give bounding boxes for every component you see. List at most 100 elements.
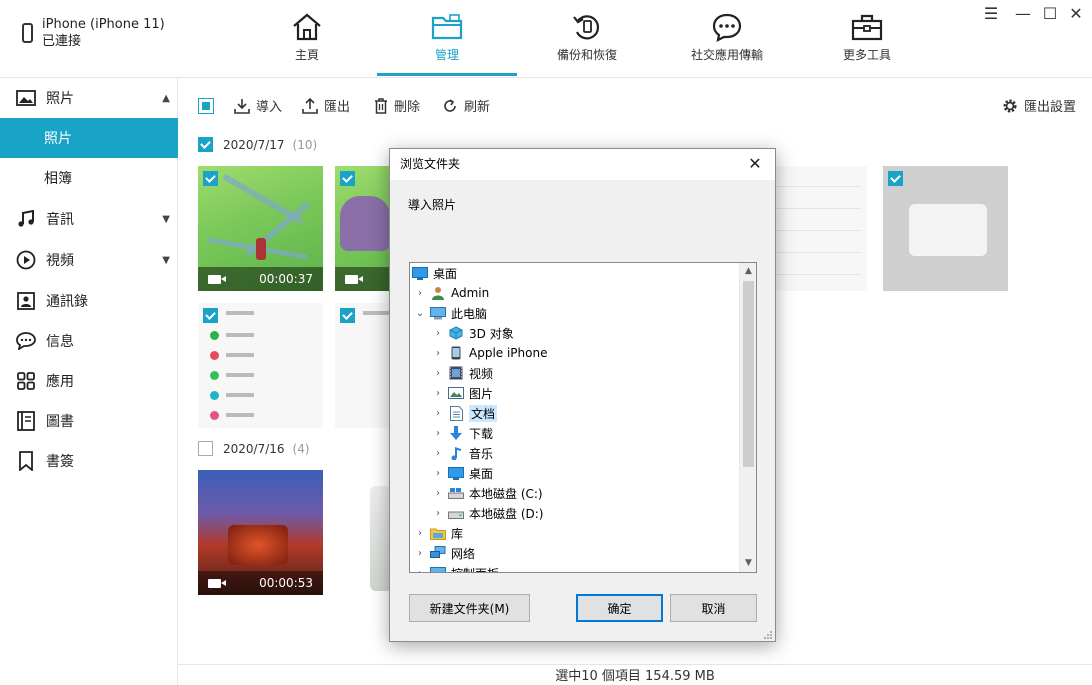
expand-arrow-icon: › (436, 387, 440, 399)
tree-item-label: 本地磁盘 (D:) (469, 506, 544, 521)
dialog-title: 浏览文件夹 (390, 149, 775, 180)
tab-backup-restore[interactable]: 備份和恢復 (547, 0, 627, 76)
tree-item-network[interactable]: › 网络 (410, 543, 475, 563)
tree-item-label: 库 (451, 526, 464, 541)
sidebar-item-photos[interactable]: 照片 ▲ (0, 78, 178, 118)
apps-grid-icon (16, 371, 36, 391)
tree-item-this-pc[interactable]: ⌄ 此电脑 (410, 303, 487, 323)
menu-button[interactable]: ☰ (981, 4, 1001, 23)
video-duration: 00:00:37 (259, 272, 313, 286)
maximize-button[interactable]: ☐ (1040, 4, 1060, 23)
expand-arrow-icon: › (436, 407, 440, 419)
device-status: 已連接 (42, 34, 82, 49)
expand-arrow-icon: › (418, 567, 422, 573)
tree-item-desktop[interactable]: 桌面 (410, 263, 457, 283)
group-1-checkbox[interactable] (198, 137, 213, 152)
tree-item-videos[interactable]: › 视频 (410, 363, 493, 383)
import-button[interactable]: 導入 (234, 96, 282, 115)
sidebar-video-label: 視頻 (46, 253, 74, 269)
contacts-icon (16, 291, 36, 311)
delete-button[interactable]: 刪除 (374, 96, 420, 115)
trash-icon (374, 97, 388, 114)
expand-arrow-icon: › (436, 347, 440, 359)
tree-item-drive-d[interactable]: › 本地磁盘 (D:) (410, 503, 543, 523)
tree-item-drive-c[interactable]: › 本地磁盘 (C:) (410, 483, 543, 503)
export-settings-button[interactable]: 匯出設置 (1002, 96, 1076, 115)
minimize-button[interactable]: — (1013, 4, 1033, 23)
photo-thumbnail[interactable] (198, 303, 323, 428)
sidebar-item-contacts[interactable]: 通訊錄 (0, 281, 178, 321)
select-all-checkbox[interactable] (198, 98, 214, 114)
tree-item-label: 下载 (469, 426, 494, 441)
photo-thumbnail[interactable]: 00:00:37 (198, 166, 323, 291)
tree-item-label: 文档 (469, 404, 498, 422)
export-button[interactable]: 匯出 (302, 96, 350, 115)
video-camera-icon (208, 274, 226, 284)
sidebar-item-bookmarks[interactable]: 書簽 (0, 441, 178, 481)
refresh-button[interactable]: 刷新 (442, 96, 490, 115)
dialog-close-button[interactable]: ✕ (743, 153, 767, 175)
tab-home[interactable]: 主頁 (277, 0, 337, 76)
desktop-icon (412, 266, 428, 280)
tab-social-transfer[interactable]: 社交應用傳輸 (682, 0, 772, 76)
group-2-count: (4) (292, 441, 310, 456)
scrollbar-thumb[interactable] (743, 281, 754, 467)
cancel-button[interactable]: 取消 (670, 594, 757, 622)
tree-item-admin[interactable]: › Admin (410, 283, 489, 303)
sidebar-item-video[interactable]: 視頻 ▼ (0, 240, 178, 280)
chevron-down-icon: ▼ (162, 213, 170, 225)
photo-checkbox[interactable] (203, 171, 218, 186)
tree-item-downloads[interactable]: › 下载 (410, 423, 493, 443)
tree-item-desktop-sub[interactable]: › 桌面 (410, 463, 493, 483)
scroll-up-icon[interactable]: ▲ (740, 263, 756, 280)
export-label: 匯出 (324, 100, 351, 115)
tree-item-documents[interactable]: › 文档 (410, 403, 498, 423)
expand-arrow-icon: › (436, 327, 440, 339)
export-settings-label: 匯出設置 (1023, 100, 1076, 115)
bookmark-icon (16, 451, 36, 471)
photo-checkbox[interactable] (340, 308, 355, 323)
tree-item-label: 音乐 (469, 446, 494, 461)
tree-item-control-panel[interactable]: › 控制面板 (410, 563, 499, 573)
tab-manage[interactable]: 管理 (417, 0, 477, 76)
tree-item-music[interactable]: › 音乐 (410, 443, 493, 463)
folder-tree[interactable]: 桌面 › Admin ⌄ 此电脑 › 3D 对象 › Apple iPhone … (409, 262, 757, 573)
video-duration-bar: 00:00:53 (198, 571, 323, 595)
tab-more-tools[interactable]: 更多工具 (832, 0, 902, 76)
expand-arrow-icon: › (418, 287, 422, 299)
photo-checkbox[interactable] (203, 308, 218, 323)
tree-scrollbar[interactable]: ▲ ▼ (739, 263, 756, 572)
photo-thumbnail[interactable]: 00:00:53 (198, 470, 323, 595)
network-icon (430, 546, 446, 560)
tree-item-pictures[interactable]: › 图片 (410, 383, 493, 403)
sidebar-item-messages[interactable]: 信息 (0, 321, 178, 361)
food-image (228, 525, 288, 565)
resize-grip-icon[interactable] (763, 629, 773, 639)
tree-item-apple-iphone[interactable]: › Apple iPhone (410, 343, 547, 363)
photo-thumbnail[interactable] (883, 166, 1008, 291)
tab-home-label: 主頁 (294, 48, 319, 62)
group-1-count: (10) (292, 137, 318, 152)
tree-item-3d-objects[interactable]: › 3D 对象 (410, 323, 514, 343)
ok-button[interactable]: 确定 (576, 594, 663, 622)
sidebar-item-albums[interactable]: 相簿 (0, 158, 178, 198)
sidebar-item-books[interactable]: 圖書 (0, 401, 178, 441)
import-label: 導入 (256, 100, 283, 115)
delete-label: 刪除 (394, 100, 421, 115)
new-folder-button[interactable]: 新建文件夹(M) (409, 594, 530, 622)
photo-checkbox[interactable] (340, 171, 355, 186)
3d-objects-icon (448, 326, 464, 340)
scroll-down-icon[interactable]: ▼ (740, 555, 756, 572)
tree-item-label: 此电脑 (451, 306, 488, 321)
group-2-checkbox[interactable] (198, 441, 213, 456)
tree-item-library[interactable]: › 库 (410, 523, 463, 543)
sidebar-item-apps[interactable]: 應用 (0, 361, 178, 401)
collapse-arrow-icon: ⌄ (415, 307, 425, 319)
refresh-label: 刷新 (464, 100, 491, 115)
folder-icon (430, 10, 464, 44)
sidebar-item-audio[interactable]: 音訊 ▼ (0, 199, 178, 239)
sidebar-photos-label: 照片 (46, 91, 74, 107)
photo-checkbox[interactable] (888, 171, 903, 186)
sidebar-item-photos-sub[interactable]: 照片 (0, 118, 178, 158)
close-button[interactable]: ✕ (1066, 4, 1086, 23)
